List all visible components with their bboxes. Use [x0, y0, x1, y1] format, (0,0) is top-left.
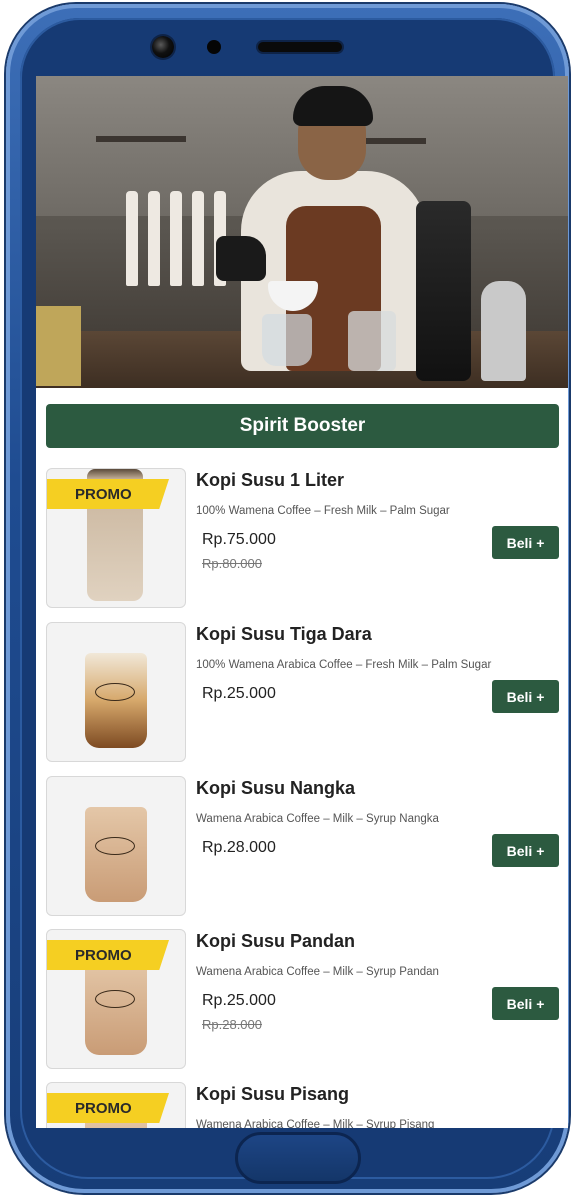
buy-button[interactable]: Beli + — [492, 680, 559, 713]
product-card[interactable]: Kopi Susu Tiga Dara 100% Wamena Arabica … — [46, 622, 559, 762]
category-header: Spirit Booster — [46, 404, 559, 448]
promo-badge: PROMO — [47, 479, 169, 509]
product-card[interactable]: PROMO Kopi Susu Pandan Wamena Arabica Co… — [46, 929, 559, 1069]
sensor-icon — [207, 40, 221, 54]
product-description: Wamena Arabica Coffee – Milk – Syrup Pan… — [196, 966, 439, 978]
product-price: Rp.25.000 — [202, 992, 276, 1009]
product-image[interactable]: PROMO — [46, 1082, 186, 1128]
product-name[interactable]: Kopi Susu 1 Liter — [196, 470, 344, 491]
phone-frame: Spirit Booster PROMO Kopi Susu 1 Liter 1… — [6, 4, 569, 1193]
home-button[interactable] — [235, 1132, 361, 1184]
product-image[interactable]: PROMO — [46, 468, 186, 608]
app-screen: Spirit Booster PROMO Kopi Susu 1 Liter 1… — [36, 76, 568, 1128]
product-price: Rp.28.000 — [202, 839, 276, 856]
product-image[interactable]: PROMO — [46, 929, 186, 1069]
product-name[interactable]: Kopi Susu Pandan — [196, 931, 355, 952]
product-description: Wamena Arabica Coffee – Milk – Syrup Pis… — [196, 1119, 435, 1128]
promo-badge: PROMO — [47, 1093, 169, 1123]
product-description: 100% Wamena Arabica Coffee – Fresh Milk … — [196, 659, 492, 671]
category-title: Spirit Booster — [239, 415, 366, 436]
hero-barista-image — [36, 76, 568, 388]
buy-button[interactable]: Beli + — [492, 987, 559, 1020]
product-old-price: Rp.80.000 — [202, 556, 262, 571]
promo-badge: PROMO — [47, 940, 169, 970]
product-card[interactable]: PROMO Kopi Susu Pisang Wamena Arabica Co… — [46, 1082, 559, 1128]
product-image[interactable] — [46, 622, 186, 762]
product-name[interactable]: Kopi Susu Nangka — [196, 778, 355, 799]
product-price: Rp.25.000 — [202, 685, 276, 702]
product-old-price: Rp.28.000 — [202, 1017, 262, 1032]
buy-button[interactable]: Beli + — [492, 834, 559, 867]
product-card[interactable]: PROMO Kopi Susu 1 Liter 100% Wamena Coff… — [46, 468, 559, 608]
product-description: Wamena Arabica Coffee – Milk – Syrup Nan… — [196, 813, 439, 825]
front-camera-icon — [152, 36, 174, 58]
product-name[interactable]: Kopi Susu Pisang — [196, 1084, 349, 1105]
speaker-grille — [258, 42, 342, 52]
product-name[interactable]: Kopi Susu Tiga Dara — [196, 624, 372, 645]
product-price: Rp.75.000 — [202, 531, 276, 548]
product-image[interactable] — [46, 776, 186, 916]
product-card[interactable]: Kopi Susu Nangka Wamena Arabica Coffee –… — [46, 776, 559, 916]
product-description: 100% Wamena Coffee – Fresh Milk – Palm S… — [196, 505, 450, 517]
buy-button[interactable]: Beli + — [492, 526, 559, 559]
